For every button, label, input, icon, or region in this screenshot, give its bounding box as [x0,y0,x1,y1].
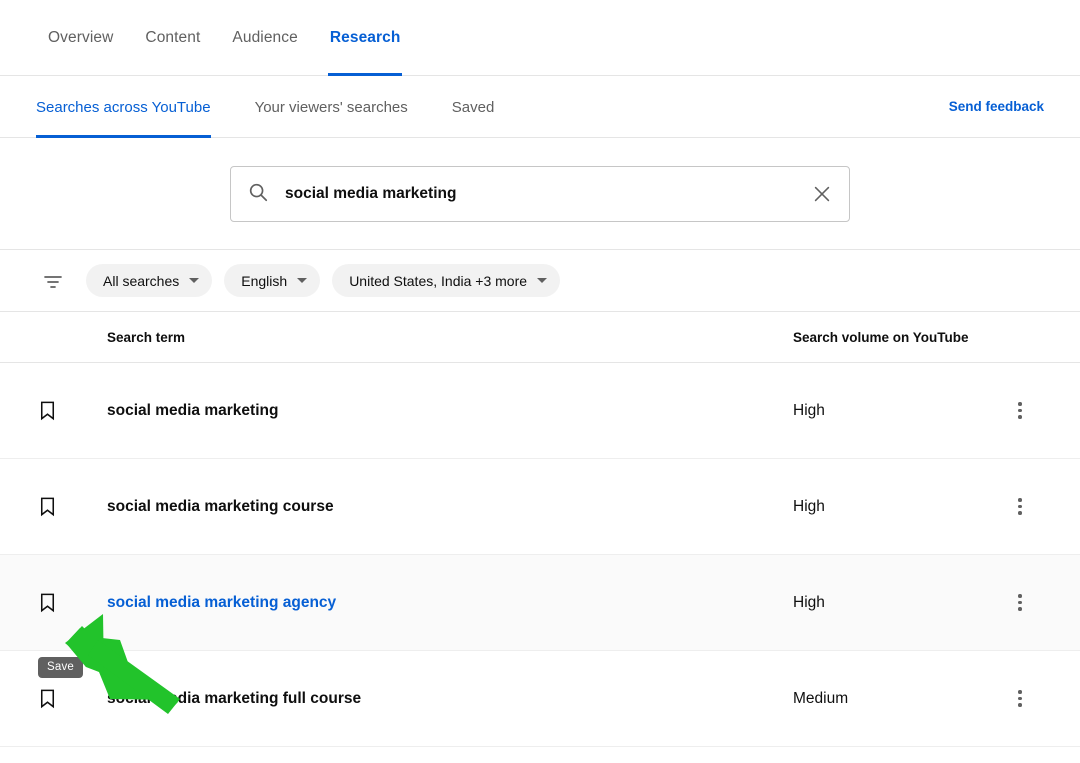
send-feedback-link[interactable]: Send feedback [949,99,1044,114]
research-subtabs: Searches across YouTube Your viewers' se… [0,76,1080,138]
nav-tab-overview[interactable]: Overview [32,0,129,76]
row-menu-cell [1008,591,1044,615]
results-table-header: Search term Search volume on YouTube [0,311,1080,363]
filter-chip-region-label: United States, India +3 more [349,272,528,289]
close-icon[interactable] [809,181,835,207]
table-row[interactable]: social media marketing agency High [0,555,1080,651]
search-term-text[interactable]: social media marketing course [107,498,793,516]
filter-chip-language[interactable]: English [224,264,321,297]
table-row[interactable]: social media marketing High [0,363,1080,459]
bookmark-icon[interactable] [36,687,107,710]
search-volume-text: High [793,497,825,515]
save-tooltip: Save [38,657,84,678]
bookmark-cell [36,591,107,614]
chevron-down-icon [537,278,548,283]
subtab-your-viewers-searches[interactable]: Your viewers' searches [255,76,408,138]
search-input[interactable] [283,184,809,204]
nav-tab-content[interactable]: Content [129,0,216,76]
filter-chip-region[interactable]: United States, India +3 more [332,264,561,297]
chevron-down-icon [297,278,308,283]
row-menu-cell [1008,399,1044,423]
filter-chip-all-searches-label: All searches [103,272,180,289]
more-vertical-icon[interactable] [1008,687,1032,711]
search-volume-text: High [793,401,825,419]
table-row[interactable]: social media marketing full course Mediu… [0,651,1080,747]
search-volume-text: Medium [793,689,849,707]
bookmark-icon[interactable] [36,399,107,422]
filter-chip-all-searches[interactable]: All searches [86,264,213,297]
table-row[interactable]: social media marketing course High [0,459,1080,555]
bookmark-icon[interactable] [36,495,107,518]
nav-tab-audience[interactable]: Audience [216,0,313,76]
more-vertical-icon[interactable] [1008,495,1032,519]
more-vertical-icon[interactable] [1008,591,1032,615]
row-menu-cell [1008,495,1044,519]
filter-icon[interactable] [36,269,70,293]
bookmark-cell [36,399,107,422]
search-volume-text: High [793,593,825,611]
nav-tab-research[interactable]: Research [314,0,417,76]
search-term-text[interactable]: social media marketing agency [107,594,793,612]
search-section [0,138,1080,249]
filter-bar: All searches English United States, Indi… [0,249,1080,311]
search-icon [247,181,269,208]
bookmark-cell [36,687,107,710]
search-term-text[interactable]: social media marketing full course [107,690,793,708]
filter-chip-language-label: English [241,272,288,289]
search-term-text[interactable]: social media marketing [107,402,793,420]
header-search-volume: Search volume on YouTube [793,329,969,345]
bookmark-cell [36,495,107,518]
subtab-saved[interactable]: Saved [452,76,495,138]
primary-nav: Overview Content Audience Research [0,0,1080,76]
bookmark-icon[interactable] [36,591,107,614]
search-box[interactable] [230,166,850,222]
chevron-down-icon [189,278,200,283]
subtab-searches-across-youtube[interactable]: Searches across YouTube [36,76,211,138]
row-menu-cell [1008,687,1044,711]
header-search-term: Search term [107,329,186,345]
more-vertical-icon[interactable] [1008,399,1032,423]
